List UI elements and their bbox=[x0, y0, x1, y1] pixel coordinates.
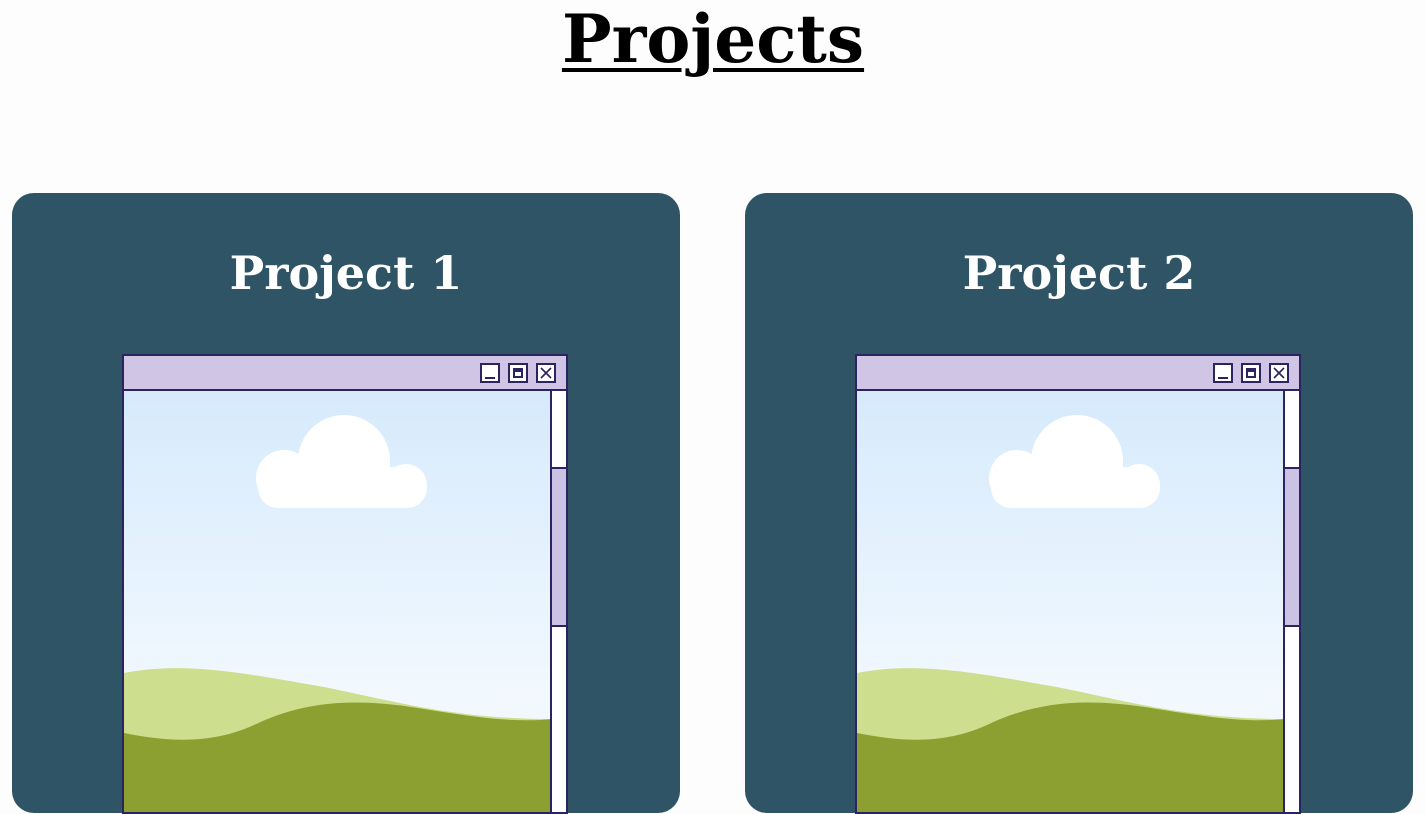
maximize-icon[interactable] bbox=[1241, 363, 1261, 383]
project-title: Project 2 bbox=[962, 246, 1196, 300]
project-title: Project 1 bbox=[229, 246, 463, 300]
window-titlebar bbox=[857, 356, 1299, 391]
scroll-thumb[interactable] bbox=[1285, 467, 1299, 627]
scrollbar[interactable] bbox=[550, 391, 566, 812]
minimize-icon[interactable] bbox=[1213, 363, 1233, 383]
close-icon[interactable] bbox=[536, 363, 556, 383]
project-card-1[interactable]: Project 1 bbox=[12, 193, 680, 814]
project-preview-window bbox=[855, 354, 1301, 814]
scroll-thumb[interactable] bbox=[552, 467, 566, 627]
window-titlebar bbox=[124, 356, 566, 391]
cloud-icon bbox=[989, 415, 1160, 508]
maximize-icon[interactable] bbox=[508, 363, 528, 383]
project-preview-window bbox=[122, 354, 568, 814]
scrollbar[interactable] bbox=[1283, 391, 1299, 812]
minimize-icon[interactable] bbox=[480, 363, 500, 383]
project-card-2[interactable]: Project 2 bbox=[745, 193, 1413, 814]
landscape-image bbox=[124, 391, 552, 812]
page-title: Projects bbox=[561, 0, 865, 78]
cloud-icon bbox=[256, 415, 427, 508]
close-icon[interactable] bbox=[1269, 363, 1289, 383]
landscape-image bbox=[857, 391, 1285, 812]
